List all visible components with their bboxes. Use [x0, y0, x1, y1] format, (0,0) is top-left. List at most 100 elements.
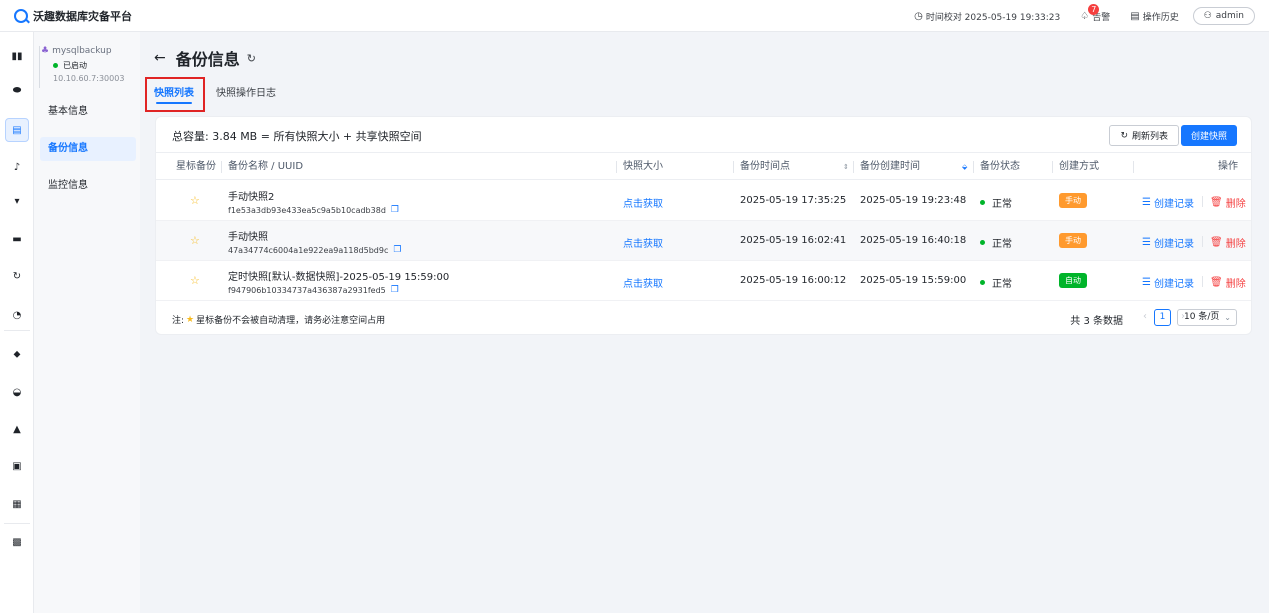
page-size-select[interactable]: 10 条/页 ⌄ [1177, 309, 1237, 326]
instance-tree-line [39, 46, 40, 88]
app-logo[interactable]: 沃趣数据库灾备平台 [14, 8, 132, 24]
header-size: 快照大小 [623, 161, 663, 172]
rail-truck-icon[interactable]: ▬ [5, 227, 29, 251]
delete-link[interactable]: 🗑 删除 [1210, 235, 1246, 250]
get-size-link[interactable]: 点击获取 [623, 195, 663, 210]
backup-created: 2025-05-19 16:40:18 [860, 235, 967, 246]
delete-label: 删除 [1225, 239, 1246, 250]
header-divider [221, 161, 222, 173]
page-number-current[interactable]: 1 [1154, 309, 1171, 326]
rail-location-icon[interactable]: ⬥ [5, 342, 29, 366]
backup-status: 正常 [980, 195, 1012, 210]
header-actions: 操作 [1218, 161, 1238, 172]
alert-button[interactable]: ♤ 7 告警 [1080, 3, 1110, 23]
delete-link[interactable]: 🗑 删除 [1210, 275, 1246, 290]
rail-gauge-icon[interactable]: ◔ [5, 303, 29, 327]
snapshot-uuid-row: f947906b10334737a436387a2931fed5 ❐ [228, 285, 399, 295]
header-divider [1133, 161, 1134, 173]
user-icon: ⚇ [1203, 11, 1212, 21]
back-arrow-icon[interactable]: ← [154, 50, 166, 66]
app-title: 沃趣数据库灾备平台 [33, 9, 132, 23]
rail-user-icon[interactable]: ▲ [5, 417, 29, 441]
note-prefix: 注: [172, 316, 185, 326]
backup-status: 正常 [980, 275, 1012, 290]
snapshot-uuid-row: 47a34774c6004a1e922ea9a118d5bd9c ❐ [228, 245, 401, 255]
delete-link[interactable]: 🗑 删除 [1210, 195, 1246, 210]
chevron-down-icon: ⌄ [1224, 313, 1231, 322]
sidebar-item-backup-info[interactable]: 备份信息 [40, 137, 136, 161]
status-dot-icon [53, 63, 58, 68]
instance-name-row[interactable]: ♣ mysqlbackup [41, 46, 124, 56]
create-record-link[interactable]: ☰ 创建记录 [1142, 195, 1194, 210]
method-tag: 自动 [1059, 273, 1087, 288]
header-divider [1052, 161, 1053, 173]
backup-status-label: 正常 [992, 279, 1012, 290]
card-header: 总容量: 3.84 MB = 所有快照大小 + 共享快照空间 ↻ 刷新列表 创建… [156, 117, 1251, 153]
refresh-icon[interactable]: ↻ [247, 52, 256, 65]
get-size-link[interactable]: 点击获取 [623, 235, 663, 250]
top-right-tools: ◷ 时间校对 2025-05-19 19:33:23 ♤ 7 告警 ▤ 操作历史… [894, 0, 1255, 32]
star-outline-icon[interactable]: ☆ [190, 274, 200, 287]
star-note: 注: ★ 星标备份不会被自动清理，请务必注意空间占用 [172, 313, 385, 327]
backup-created: 2025-05-19 15:59:00 [860, 275, 967, 286]
action-divider [1202, 236, 1203, 247]
top-bar: 沃趣数据库灾备平台 ◷ 时间校对 2025-05-19 19:33:23 ♤ 7… [0, 0, 1269, 32]
rail-comment-icon[interactable]: ▾ [5, 189, 29, 213]
tab-snapshot-list[interactable]: 快照列表 [154, 84, 194, 104]
snapshot-uuid: f1e53a3db93e433ea5c9a5b10cadb38d [228, 205, 386, 215]
copy-icon[interactable]: ❐ [391, 285, 399, 295]
refresh-list-button[interactable]: ↻ 刷新列表 [1109, 125, 1179, 146]
time-sync-label: 时间校对 2025-05-19 19:33:23 [925, 12, 1061, 23]
rail-restore-icon[interactable]: ↻ [5, 264, 29, 288]
rail-list-icon[interactable]: ▣ [5, 454, 29, 478]
header-method: 创建方式 [1059, 161, 1099, 172]
user-name: admin [1215, 11, 1244, 21]
rail-half-circle-icon[interactable]: ◒ [5, 380, 29, 404]
create-record-link[interactable]: ☰ 创建记录 [1142, 235, 1194, 250]
sort-icon[interactable]: ⇕ [843, 154, 849, 180]
snapshot-card: 总容量: 3.84 MB = 所有快照大小 + 共享快照空间 ↻ 刷新列表 创建… [155, 116, 1252, 335]
rail-clipboard-icon[interactable]: ▦ [5, 492, 29, 516]
instance-status: 已启动 [53, 60, 124, 71]
rail-monitor-icon[interactable]: ▩ [5, 530, 29, 554]
snapshot-name: 手动快照2 [228, 192, 275, 203]
user-menu[interactable]: ⚇ admin [1192, 7, 1255, 25]
sidebar-item-monitor-info[interactable]: 监控信息 [40, 174, 136, 198]
main-content: ← 备份信息 ↻ 快照列表 快照操作日志 总容量: 3.84 MB = 所有快照… [140, 32, 1269, 613]
rail-divider [4, 330, 30, 331]
tab-snapshot-log[interactable]: 快照操作日志 [216, 84, 276, 104]
create-snapshot-button[interactable]: 创建快照 [1180, 125, 1237, 146]
rail-database-icon[interactable]: ⬬ [5, 78, 29, 102]
header-star: 星标备份 [176, 161, 216, 172]
page-header: ← 备份信息 ↻ [154, 46, 256, 70]
time-sync[interactable]: ◷ 时间校对 2025-05-19 19:33:23 [914, 10, 1060, 23]
star-outline-icon[interactable]: ☆ [190, 194, 200, 207]
method-tag: 手动 [1059, 193, 1087, 208]
header-divider [616, 161, 617, 173]
list-icon: ☰ [1142, 237, 1151, 248]
page-title: 备份信息 [175, 50, 240, 69]
copy-icon[interactable]: ❐ [393, 245, 401, 255]
header-created[interactable]: 备份创建时间 [860, 154, 920, 180]
sort-desc-icon[interactable]: ⬙ [962, 154, 967, 180]
backup-status-label: 正常 [992, 239, 1012, 250]
star-outline-icon[interactable]: ☆ [190, 234, 200, 247]
alert-count-badge: 7 [1088, 3, 1100, 15]
rail-dashboard-icon[interactable]: ▮▮ [5, 44, 29, 68]
header-point[interactable]: 备份时间点 [740, 154, 790, 180]
copy-icon[interactable]: ❐ [391, 205, 399, 215]
get-size-link[interactable]: 点击获取 [623, 275, 663, 290]
list-icon: ☰ [1142, 277, 1151, 288]
rail-backup-icon[interactable]: ▤ [5, 118, 29, 142]
table-footer: 注: ★ 星标备份不会被自动清理，请务必注意空间占用 共 3 条数据 ‹ 1 ›… [156, 300, 1251, 336]
instance-card: ♣ mysqlbackup 已启动 10.10.60.7:30003 [41, 46, 124, 83]
trash-icon: 🗑 [1210, 277, 1223, 288]
snapshot-name: 定时快照[默认-数据快照]-2025-05-19 15:59:00 [228, 272, 450, 283]
create-record-label: 创建记录 [1153, 279, 1194, 290]
sidebar-item-basic-info[interactable]: 基本信息 [40, 100, 136, 124]
history-button[interactable]: ▤ 操作历史 [1130, 10, 1178, 23]
prev-page-icon[interactable]: ‹ [1143, 311, 1147, 322]
rail-music-icon[interactable]: ♪ [5, 155, 29, 179]
create-record-link[interactable]: ☰ 创建记录 [1142, 275, 1194, 290]
header-name: 备份名称 / UUID [228, 161, 304, 172]
